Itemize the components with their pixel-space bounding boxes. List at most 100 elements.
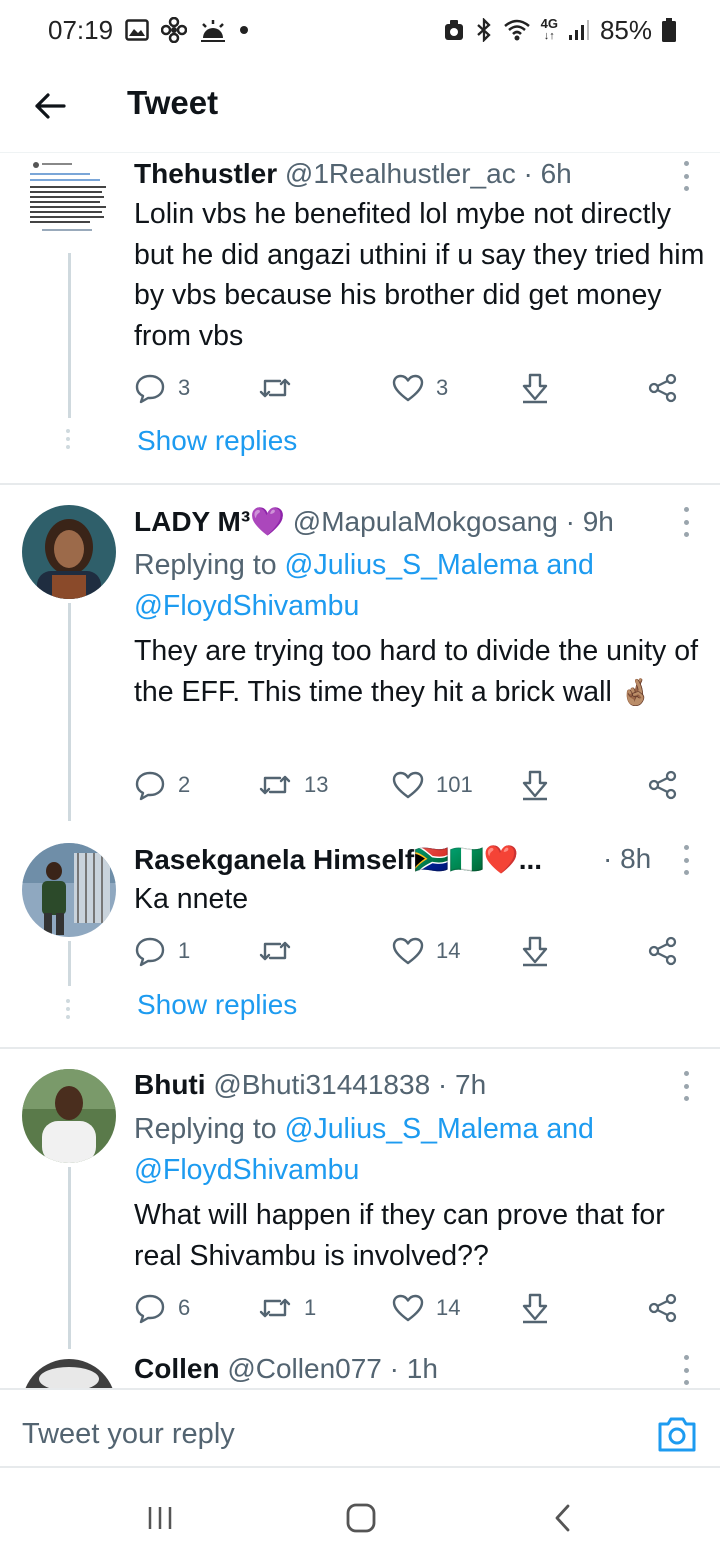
download-icon bbox=[522, 1293, 548, 1324]
reply-button[interactable]: 3 bbox=[134, 368, 190, 408]
reply-input[interactable]: Tweet your reply bbox=[22, 1418, 235, 1451]
tweet-text: Lolin vbs he benefited lol mybe not dire… bbox=[134, 198, 705, 352]
author-handle[interactable]: @MapulaMokgosang bbox=[293, 506, 558, 537]
tweet-actions: 3 3 bbox=[134, 368, 694, 408]
tweet-lady-m[interactable]: LADY M³💜 @MapulaMokgosang · 9h Replying … bbox=[0, 485, 720, 821]
like-button[interactable]: 14 bbox=[392, 931, 460, 971]
reply-button[interactable]: 2 bbox=[134, 765, 190, 805]
tweet-bhuti[interactable]: Bhuti @Bhuti31441838 · 7h Replying to @J… bbox=[0, 1049, 720, 1349]
status-time: 07:19 bbox=[48, 14, 114, 45]
thread-line bbox=[68, 941, 71, 986]
mention-link[interactable]: @Julius_S_Malema bbox=[285, 1113, 539, 1145]
more-options-button[interactable] bbox=[680, 845, 692, 875]
tweet-rasekganela[interactable]: Rasekganela Himself🇿🇦🇳🇬❤️... · 8h Ka nne… bbox=[0, 821, 720, 1047]
like-button[interactable]: 3 bbox=[392, 368, 448, 408]
heart-icon bbox=[392, 771, 424, 799]
camera-icon bbox=[658, 1417, 696, 1452]
tweet-meta: LADY M³💜 @MapulaMokgosang · 9h bbox=[134, 505, 614, 538]
arrow-left-icon bbox=[35, 93, 66, 119]
wifi-icon bbox=[503, 18, 531, 42]
retweet-button[interactable] bbox=[258, 931, 304, 971]
reply-button[interactable]: 6 bbox=[134, 1288, 190, 1328]
profile-photo-icon bbox=[22, 843, 116, 937]
download-button[interactable] bbox=[520, 765, 550, 805]
author-name[interactable]: Rasekganela Himself🇿🇦🇳🇬❤️... bbox=[134, 844, 542, 875]
mention-link[interactable]: @FloydShivambu bbox=[134, 1154, 359, 1186]
author-name[interactable]: LADY M³💜 bbox=[134, 506, 285, 537]
tweet-text: What will happen if they can prove that … bbox=[134, 1199, 665, 1272]
reply-count: 2 bbox=[178, 772, 191, 797]
tweet-time: · 6h bbox=[523, 158, 572, 189]
heart-icon bbox=[392, 1294, 424, 1322]
tweet-thehustler[interactable]: Thehustler @1Realhustler_ac · 6h Lolin v… bbox=[0, 153, 720, 483]
more-options-button[interactable] bbox=[680, 1355, 692, 1385]
back-button[interactable] bbox=[30, 86, 70, 126]
share-icon bbox=[648, 373, 677, 403]
reply-composer[interactable]: Tweet your reply bbox=[0, 1388, 720, 1468]
retweet-button[interactable]: 13 bbox=[258, 765, 328, 805]
avatar[interactable] bbox=[22, 505, 116, 599]
camera-button[interactable] bbox=[656, 1414, 698, 1456]
author-name[interactable]: Bhuti bbox=[134, 1069, 206, 1100]
author-name[interactable]: Thehustler bbox=[134, 158, 277, 189]
replies-feed[interactable]: Thehustler @1Realhustler_ac · 6h Lolin v… bbox=[0, 152, 720, 1388]
page-title: Tweet bbox=[127, 84, 219, 121]
author-name[interactable]: Collen bbox=[134, 1353, 220, 1384]
tweet-time: · 7h bbox=[437, 1069, 487, 1100]
system-nav-bar bbox=[0, 1470, 720, 1560]
mention-link[interactable]: @FloydShivambu bbox=[134, 590, 359, 622]
share-icon bbox=[648, 770, 677, 800]
retweet-button[interactable] bbox=[258, 368, 304, 408]
tweet-text: They are trying too hard to divide the u… bbox=[134, 631, 706, 712]
like-count: 14 bbox=[436, 1295, 461, 1320]
more-options-button[interactable] bbox=[680, 507, 692, 537]
fan-icon bbox=[161, 17, 188, 43]
download-icon bbox=[522, 936, 548, 967]
tweet-time: · 9h bbox=[565, 506, 614, 537]
thread-line bbox=[68, 603, 71, 821]
tweet-collen[interactable]: Collen @Collen077 · 1h bbox=[0, 1349, 720, 1388]
download-button[interactable] bbox=[520, 1288, 550, 1328]
show-replies-link[interactable]: Show replies bbox=[137, 989, 297, 1021]
author-handle[interactable]: @1Realhustler_ac bbox=[285, 158, 516, 189]
recycle-icon bbox=[443, 18, 465, 42]
show-replies-link[interactable]: Show replies bbox=[137, 425, 297, 457]
download-icon bbox=[522, 770, 548, 801]
profile-photo-icon bbox=[22, 505, 116, 599]
home-button[interactable] bbox=[341, 1498, 381, 1538]
retweet-button[interactable]: 1 bbox=[258, 1288, 316, 1328]
author-handle[interactable]: @Bhuti31441838 bbox=[213, 1069, 430, 1100]
header: Tweet bbox=[0, 60, 720, 152]
mention-link[interactable]: @Julius_S_Malema bbox=[285, 549, 539, 581]
more-options-button[interactable] bbox=[680, 1071, 692, 1101]
avatar[interactable] bbox=[22, 1359, 116, 1388]
reply-and[interactable]: and bbox=[546, 549, 594, 581]
like-button[interactable]: 101 bbox=[392, 765, 473, 805]
like-button[interactable]: 14 bbox=[392, 1288, 460, 1328]
reply-and[interactable]: and bbox=[546, 1113, 594, 1145]
share-button[interactable] bbox=[648, 931, 678, 971]
heart-icon bbox=[392, 374, 424, 402]
avatar[interactable] bbox=[22, 153, 118, 249]
tweet-meta: Thehustler @1Realhustler_ac · 6h bbox=[134, 158, 572, 190]
author-handle[interactable]: @Collen077 bbox=[227, 1353, 382, 1384]
share-button[interactable] bbox=[648, 765, 678, 805]
tweet-meta: Rasekganela Himself🇿🇦🇳🇬❤️... bbox=[134, 843, 604, 876]
share-button[interactable] bbox=[648, 1288, 678, 1328]
share-icon bbox=[648, 1293, 677, 1323]
thread-line bbox=[68, 1167, 71, 1349]
signal-icon bbox=[568, 19, 590, 41]
more-options-button[interactable] bbox=[680, 161, 692, 191]
reply-button[interactable]: 1 bbox=[134, 931, 190, 971]
share-button[interactable] bbox=[648, 368, 678, 408]
profile-photo-icon bbox=[22, 1359, 116, 1388]
screenshot-avatar-icon bbox=[22, 153, 118, 249]
recent-apps-button[interactable] bbox=[140, 1498, 180, 1538]
chevron-left-icon bbox=[555, 1504, 570, 1532]
system-back-button[interactable] bbox=[543, 1498, 583, 1538]
avatar[interactable] bbox=[22, 1069, 116, 1163]
reply-count: 6 bbox=[178, 1295, 191, 1320]
download-button[interactable] bbox=[520, 368, 550, 408]
download-button[interactable] bbox=[520, 931, 550, 971]
avatar[interactable] bbox=[22, 843, 116, 937]
